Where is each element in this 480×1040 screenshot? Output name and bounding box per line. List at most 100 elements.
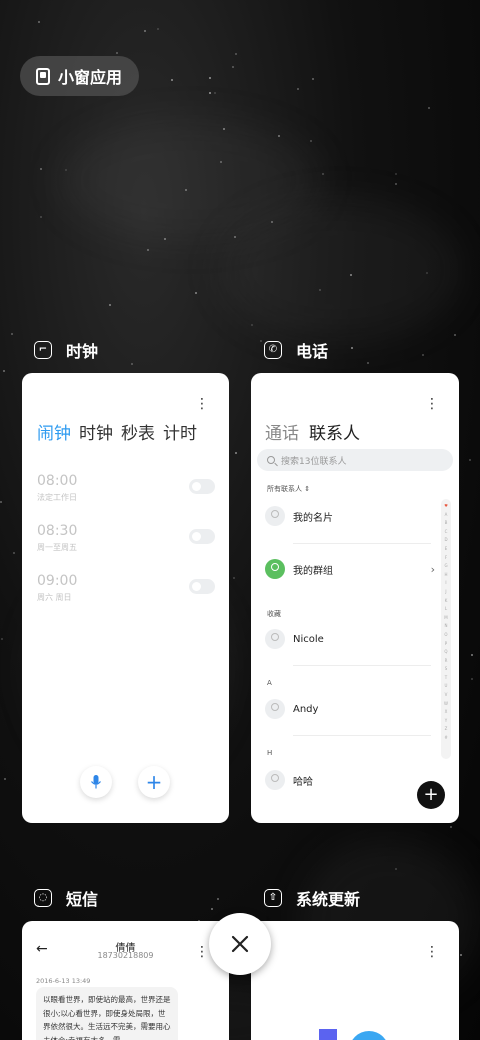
my-card-label: 我的名片: [293, 512, 333, 524]
section-h: H: [267, 749, 273, 757]
index-letter[interactable]: J: [445, 588, 446, 597]
more-options-icon[interactable]: ⋮: [195, 945, 209, 959]
chevron-right-icon: ›: [430, 562, 435, 576]
star: [0, 501, 2, 503]
index-letter[interactable]: F: [445, 554, 447, 563]
index-letter[interactable]: B: [445, 519, 448, 528]
alarm-toggle[interactable]: [189, 579, 215, 594]
contact-name: 哈哈: [293, 776, 313, 788]
tab-contacts[interactable]: 联系人: [309, 419, 360, 444]
index-letter[interactable]: I: [445, 579, 446, 588]
star: [395, 173, 397, 175]
index-letter[interactable]: ♥: [444, 502, 448, 511]
star: [214, 92, 216, 94]
phone-app-card[interactable]: ⋮ 通话 联系人 搜索13位联系人 所有联系人 ⇕ 我的名片 我的群组 › 收藏…: [251, 373, 459, 823]
tab-calls[interactable]: 通话: [265, 419, 299, 444]
alarm-repeat: 周六 周日: [37, 593, 72, 602]
index-letter[interactable]: A: [445, 511, 448, 520]
star: [4, 778, 6, 780]
alarm-item[interactable]: 09:00 周六 周日: [37, 573, 215, 603]
index-letter[interactable]: N: [445, 622, 448, 631]
index-letter[interactable]: M: [444, 614, 447, 623]
add-alarm-button[interactable]: +: [138, 766, 170, 798]
star: [109, 304, 111, 306]
more-options-icon[interactable]: ⋮: [425, 945, 439, 959]
plus-icon: +: [145, 770, 163, 794]
close-all-button[interactable]: [209, 913, 271, 975]
tab-alarm[interactable]: 闹钟: [37, 419, 71, 444]
voice-alarm-button[interactable]: [80, 766, 112, 798]
index-letter[interactable]: Y: [445, 717, 447, 726]
star: [454, 334, 456, 336]
more-options-icon[interactable]: ⋮: [425, 397, 439, 411]
star: [11, 333, 13, 335]
alarm-item[interactable]: 08:30 周一至周五: [37, 523, 215, 553]
index-letter[interactable]: W: [444, 700, 448, 709]
contact-row[interactable]: Nicole: [265, 629, 324, 649]
index-letter[interactable]: E: [445, 545, 448, 554]
alarm-item[interactable]: 08:00 法定工作日: [37, 473, 215, 503]
mini-window-label: 小窗应用: [58, 68, 123, 87]
mini-window-apps-button[interactable]: 小窗应用: [20, 56, 139, 96]
star: [209, 92, 211, 94]
index-letter[interactable]: V: [445, 691, 448, 700]
star: [422, 354, 424, 356]
star: [144, 30, 146, 32]
star: [310, 140, 312, 142]
contact-search-input[interactable]: 搜索13位联系人: [257, 449, 453, 471]
app-title-update: 系统更新: [296, 890, 361, 909]
divider: [293, 665, 431, 666]
star: [251, 324, 253, 326]
index-letter[interactable]: D: [444, 536, 447, 545]
tab-timer[interactable]: 计时: [163, 419, 197, 444]
index-letter[interactable]: C: [445, 528, 448, 537]
alarm-toggle[interactable]: [189, 529, 215, 544]
contacts-filter[interactable]: 所有联系人 ⇕: [267, 484, 310, 494]
contact-row[interactable]: Andy: [265, 699, 318, 719]
clock-tabs: 闹钟 时钟 秒表 计时: [37, 419, 197, 444]
star: [232, 66, 234, 68]
add-contact-button[interactable]: +: [417, 781, 445, 809]
index-letter[interactable]: #: [444, 734, 447, 743]
index-letter[interactable]: T: [445, 674, 447, 683]
my-groups-row[interactable]: 我的群组 ›: [265, 559, 435, 579]
alphabet-index-scrollbar[interactable]: ♥ A B C D E F G H I J K L M N O P Q R S T U V W X Y Z #: [441, 499, 451, 759]
system-update-app-card[interactable]: ⋮: [251, 921, 459, 1040]
star: [322, 173, 324, 175]
star: [233, 577, 235, 579]
index-letter[interactable]: G: [444, 562, 447, 571]
index-letter[interactable]: O: [444, 631, 447, 640]
index-letter[interactable]: X: [445, 708, 448, 717]
star: [1, 638, 3, 640]
section-a: A: [267, 679, 272, 687]
tab-stopwatch[interactable]: 秒表: [121, 419, 155, 444]
star: [469, 459, 471, 461]
index-letter[interactable]: Z: [445, 725, 448, 734]
star: [3, 370, 5, 372]
index-letter[interactable]: P: [445, 640, 447, 649]
clock-app-card[interactable]: ⋮ 闹钟 时钟 秒表 计时 08:00 法定工作日 08:30 周一至周五 09…: [22, 373, 229, 823]
index-letter[interactable]: S: [445, 665, 448, 674]
index-letter[interactable]: U: [445, 682, 448, 691]
contact-row[interactable]: 哈哈: [265, 770, 313, 790]
search-placeholder: 搜索13位联系人: [281, 456, 347, 467]
star: [235, 452, 237, 454]
mini-window-icon: [36, 67, 50, 85]
index-letter[interactable]: L: [445, 605, 447, 614]
alarm-toggle[interactable]: [189, 479, 215, 494]
tab-clock[interactable]: 时钟: [79, 419, 113, 444]
index-letter[interactable]: H: [444, 571, 447, 580]
avatar: [265, 629, 285, 649]
star: [450, 826, 452, 828]
index-letter[interactable]: R: [445, 657, 448, 666]
message-icon: ◌: [34, 889, 52, 907]
my-card-row[interactable]: 我的名片: [265, 506, 333, 526]
index-letter[interactable]: Q: [444, 648, 447, 657]
sms-app-card[interactable]: ← 倩倩 18730218809 ⋮ 2016-6-13 13:49 以眼看世界…: [22, 921, 229, 1040]
index-letter[interactable]: K: [445, 597, 448, 606]
divider: [293, 735, 431, 736]
app-header-sms: ◌ 短信: [34, 886, 98, 910]
star: [195, 292, 197, 294]
app-header-clock: ⌐ 时钟: [34, 338, 98, 362]
more-options-icon[interactable]: ⋮: [195, 397, 209, 411]
